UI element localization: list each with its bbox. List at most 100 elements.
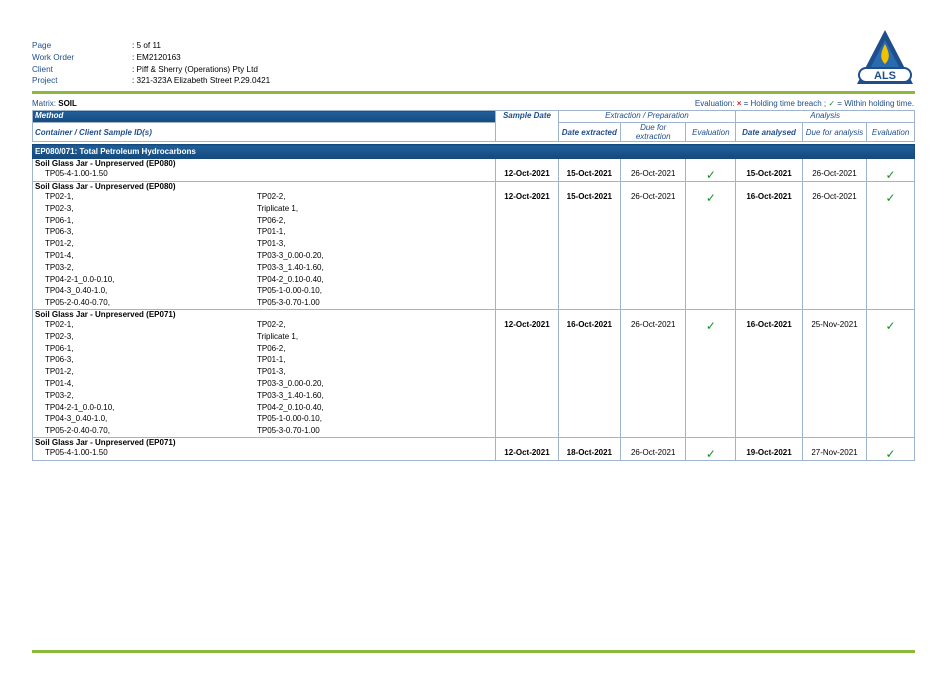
sample-id: TP05-3-0.70-1.00 xyxy=(257,426,320,436)
sample-id: TP06-2, xyxy=(257,343,286,353)
sample-id: TP05-4-1.00-1.50 xyxy=(45,169,108,178)
due-for-analysis: 26-Oct-2021 xyxy=(801,181,868,310)
check-icon: ✓ xyxy=(885,446,896,461)
check-icon: ✓ xyxy=(705,318,716,333)
sample-id: TP05-1-0.00-0.10, xyxy=(257,286,322,296)
due-for-analysis: 26-Oct-2021 xyxy=(801,158,868,182)
sample-id: TP02-3, xyxy=(45,203,74,213)
section-title: EP080/071: Total Petroleum Hydrocarbons xyxy=(32,144,915,159)
header-label: Page xyxy=(32,41,52,50)
matrix-label: Matrix: SOIL xyxy=(32,99,77,108)
header-row: Page: 5 of 11 xyxy=(32,40,270,52)
sample-id: TP01-2, xyxy=(45,239,74,249)
evaluation-cell: ✓ xyxy=(685,437,737,461)
header-row: Project: 321-323A Elizabeth Street P.29.… xyxy=(32,75,270,87)
breach-icon: × xyxy=(736,99,742,108)
sample-id: TP04-2_0.10-0.40, xyxy=(257,274,324,284)
date-extracted: 15-Oct-2021 xyxy=(557,181,621,310)
sample-id: Triplicate 1, xyxy=(257,331,299,341)
sample-id: TP03-3_1.40-1.60, xyxy=(257,390,324,400)
sample-id: Triplicate 1, xyxy=(257,203,299,213)
sample-id: TP02-3, xyxy=(45,331,74,341)
container-title: Soil Glass Jar - Unpreserved (EP071) xyxy=(35,437,176,447)
sample-id: TP05-3-0.70-1.00 xyxy=(257,298,320,308)
table-row: Soil Glass Jar - Unpreserved (EP080) TP02… xyxy=(31,181,915,310)
sample-id: TP04-3_0.40-1.0, xyxy=(45,414,108,424)
date-analysed: 19-Oct-2021 xyxy=(735,437,803,461)
due-for-extraction: 26-Oct-2021 xyxy=(619,437,687,461)
table-row: Soil Glass Jar - Unpreserved (EP080) TP05… xyxy=(31,158,915,182)
date-extracted: 18-Oct-2021 xyxy=(557,437,621,461)
sample-id: TP02-2, xyxy=(257,192,286,201)
sample-id: TP04-2-1_0.0-0.10, xyxy=(45,274,115,284)
sample-id: TP01-3, xyxy=(257,239,286,249)
header-value: : EM2120163 xyxy=(132,52,181,62)
due-for-extraction: 26-Oct-2021 xyxy=(619,158,687,182)
section-header: EP080/071: Total Petroleum Hydrocarbons xyxy=(32,144,915,159)
analysis-group-header: Analysis xyxy=(735,110,915,123)
date-analysed: 16-Oct-2021 xyxy=(735,181,803,310)
extraction-group-header: Extraction / Preparation xyxy=(557,110,737,123)
col-date-extracted: Date extracted xyxy=(557,122,621,142)
sample-id: TP03-2, xyxy=(45,262,74,272)
due-for-extraction: 26-Oct-2021 xyxy=(619,181,687,310)
sample-id: TP03-3_1.40-1.60, xyxy=(257,262,324,272)
sample-id: TP03-3_0.00-0.20, xyxy=(257,250,324,260)
due-for-analysis: 27-Nov-2021 xyxy=(801,437,868,461)
container-title: Soil Glass Jar - Unpreserved (EP071) xyxy=(35,309,176,319)
header-row-2: Container / Client Sample ID(s) Date ext… xyxy=(31,122,915,142)
container-cell: Soil Glass Jar - Unpreserved (EP071) TP02… xyxy=(31,309,497,438)
evaluation-key-prefix: Evaluation: xyxy=(694,99,735,108)
sample-list: TP05-4-1.00-1.50 xyxy=(35,168,493,180)
sample-date-header: Sample Date xyxy=(495,110,559,142)
breach-text: = Holding time breach ; xyxy=(743,99,827,108)
sample-id: TP04-2-1_0.0-0.10, xyxy=(45,402,115,412)
date-analysed: 16-Oct-2021 xyxy=(735,309,803,438)
sample-id: TP05-4-1.00-1.50 xyxy=(45,447,108,457)
table-row: Soil Glass Jar - Unpreserved (EP071) TP05… xyxy=(31,437,915,461)
sample-id: TP01-4, xyxy=(45,378,74,388)
header-row-1: Method Sample Date Extraction / Preparat… xyxy=(31,110,915,142)
sample-list: TP02-1, TP02-2, TP02-3, Triplicate 1, TP06-1… xyxy=(35,191,493,309)
check-icon: ✓ xyxy=(885,191,896,205)
check-icon: ✓ xyxy=(705,191,716,205)
container-cell: Soil Glass Jar - Unpreserved (EP080) TP05… xyxy=(31,158,497,182)
evaluation-cell: ✓ xyxy=(866,309,915,438)
col-date-analysed: Date analysed xyxy=(735,122,803,142)
sample-id: TP06-1, xyxy=(45,215,74,225)
sample-id: TP05-2-0.40-0.70, xyxy=(45,426,110,436)
container-cell: Soil Glass Jar - Unpreserved (EP071) TP05… xyxy=(31,437,497,461)
sample-id: TP02-2, xyxy=(257,319,286,329)
check-icon: ✓ xyxy=(828,99,836,108)
sample-id: TP01-3, xyxy=(257,367,286,377)
sample-id: TP04-2_0.10-0.40, xyxy=(257,402,324,412)
evaluation-key: Evaluation: × = Holding time breach ; ✓ … xyxy=(695,99,914,108)
method-header: Method xyxy=(31,110,497,123)
check-icon: ✓ xyxy=(885,168,896,182)
sample-id: TP06-1, xyxy=(45,343,74,353)
table-row: Soil Glass Jar - Unpreserved (EP071) TP02… xyxy=(31,309,915,438)
sample-id: TP03-2, xyxy=(45,390,74,400)
sample-list: TP02-1, TP02-2, TP02-3, Triplicate 1, TP06-1… xyxy=(35,319,493,437)
report-header: Page: 5 of 11 Work Order: EM2120163 Clie… xyxy=(32,40,270,87)
col-due-analysis: Due for analysis xyxy=(801,122,868,142)
header-row: Client: Piff & Sherry (Operations) Pty L… xyxy=(32,64,270,76)
container-cell: Soil Glass Jar - Unpreserved (EP080) TP02… xyxy=(31,181,497,310)
evaluation-cell: ✓ xyxy=(866,181,915,310)
date-extracted: 16-Oct-2021 xyxy=(557,309,621,438)
sample-id: TP01-1, xyxy=(257,227,286,237)
sample-id: TP01-1, xyxy=(257,355,286,365)
sample-id: TP05-2-0.40-0.70, xyxy=(45,298,110,308)
sample-list: TP05-4-1.00-1.50 xyxy=(35,447,493,459)
sample-date: 12-Oct-2021 xyxy=(495,437,559,461)
col-evaluation-analysis: Evaluation xyxy=(866,122,915,142)
date-analysed: 15-Oct-2021 xyxy=(735,158,803,182)
header-row: Work Order: EM2120163 xyxy=(32,52,270,64)
check-icon: ✓ xyxy=(885,318,896,333)
sample-id: TP01-4, xyxy=(45,250,74,260)
sample-id: TP05-1-0.00-0.10, xyxy=(257,414,322,424)
evaluation-cell: ✓ xyxy=(866,158,915,182)
check-icon: ✓ xyxy=(705,446,716,461)
sample-id: TP01-2, xyxy=(45,367,74,377)
bottom-divider xyxy=(32,650,915,653)
